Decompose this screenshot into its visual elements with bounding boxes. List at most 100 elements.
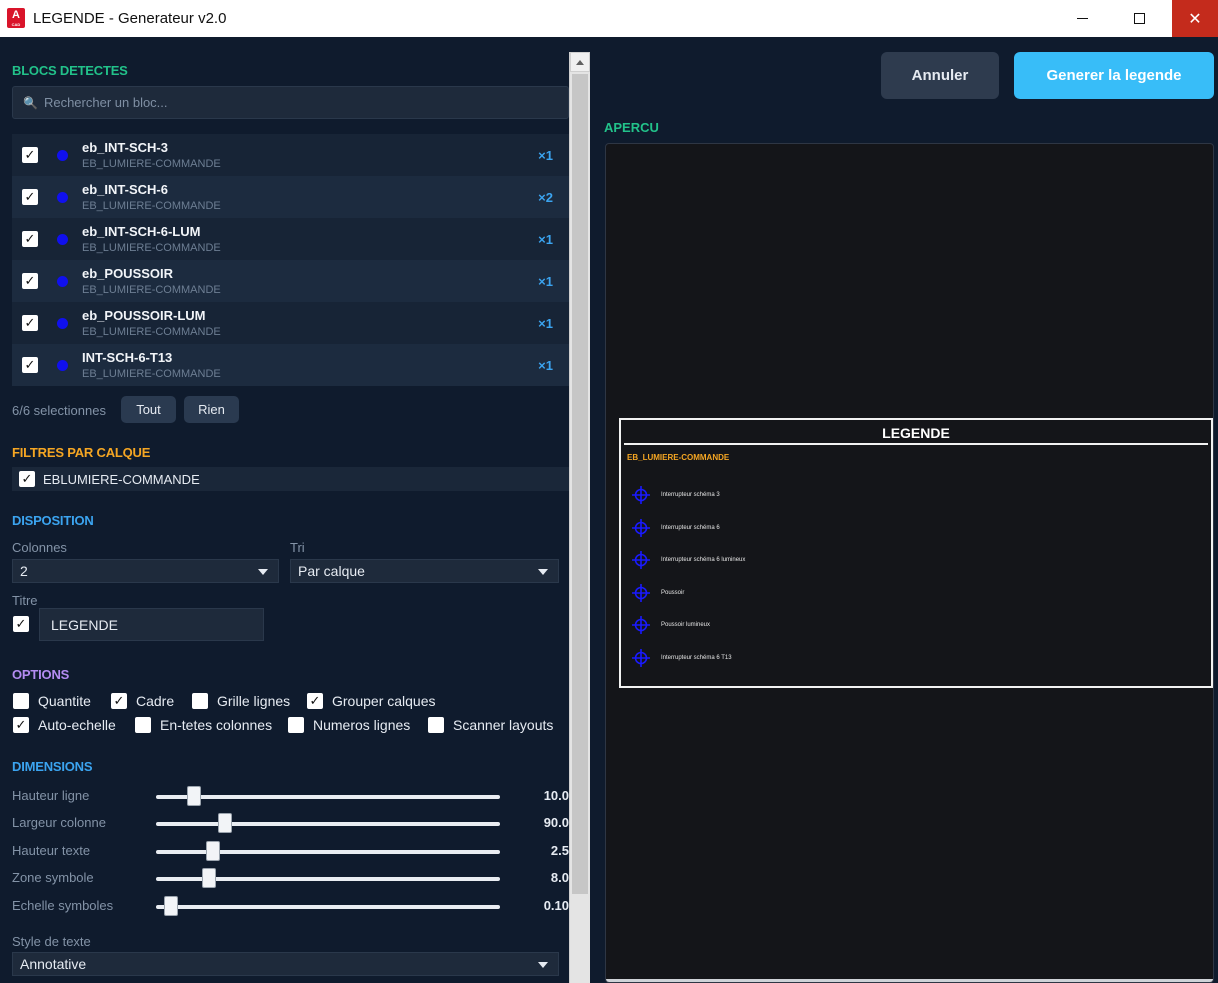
columns-select[interactable]: 2 (12, 559, 279, 583)
block-checkbox[interactable]: ✓ (22, 147, 38, 163)
block-color-dot (57, 150, 68, 161)
block-list-item[interactable]: ✓ eb_INT-SCH-6 EB_LUMIERE-COMMANDE ×2 (12, 176, 569, 218)
legend-item: Interrupteur schéma 6 (631, 518, 720, 537)
block-count: ×1 (538, 358, 553, 373)
selection-count: 6/6 selectionnes (12, 403, 106, 418)
sort-value: Par calque (298, 563, 365, 579)
settings-scrollbar[interactable] (569, 52, 590, 983)
scroll-up-button[interactable] (570, 52, 590, 72)
block-checkbox[interactable]: ✓ (22, 357, 38, 373)
preview-canvas: LEGENDE EB_LUMIERE-COMMANDE Interrupteur… (605, 143, 1214, 983)
block-layer: EB_LUMIERE-COMMANDE (82, 200, 221, 212)
option-checkbox[interactable]: ✓ (288, 717, 304, 733)
legend-item-label: Interrupteur schéma 3 (661, 492, 720, 498)
search-icon: 🔍 (23, 95, 38, 110)
legend-item-label: Interrupteur schéma 6 T13 (661, 655, 732, 661)
sort-label: Tri (290, 540, 305, 555)
minimize-button[interactable] (1059, 0, 1105, 37)
layer-filter-item[interactable]: ✓ EBLUMIERE-COMMANDE (12, 467, 569, 491)
option-grouper-calques[interactable]: ✓ Grouper calques (307, 693, 436, 709)
close-button[interactable]: ✕ (1172, 0, 1218, 37)
option-grille-lignes[interactable]: ✓ Grille lignes (192, 693, 290, 709)
option-quantite[interactable]: ✓ Quantite (13, 693, 91, 709)
block-checkbox[interactable]: ✓ (22, 273, 38, 289)
layer-filter-checkbox[interactable]: ✓ (19, 471, 35, 487)
legend-item-label: Poussoir (661, 589, 685, 596)
option-label: Auto-echelle (38, 717, 116, 733)
block-name: eb_POUSSOIR-LUM (82, 308, 206, 323)
preview-title: APERCU (604, 120, 659, 135)
block-layer: EB_LUMIERE-COMMANDE (82, 242, 221, 254)
legend-item-label: Poussoir lumineux (661, 622, 711, 629)
title-input[interactable]: LEGENDE (39, 608, 264, 641)
block-count: ×1 (538, 148, 553, 163)
block-layer: EB_LUMIERE-COMMANDE (82, 158, 221, 170)
block-checkbox[interactable]: ✓ (22, 231, 38, 247)
search-input[interactable]: 🔍 Rechercher un bloc... (12, 86, 569, 119)
block-color-dot (57, 234, 68, 245)
crosshair-symbol-icon (632, 518, 650, 537)
option-numeros-lignes[interactable]: ✓ Numeros lignes (288, 717, 410, 733)
legend-title: LEGENDE (882, 425, 950, 441)
option-checkbox[interactable]: ✓ (307, 693, 323, 709)
option-scanner-layouts[interactable]: ✓ Scanner layouts (428, 717, 553, 733)
legend-item: Poussoir lumineux (631, 616, 711, 635)
sort-select[interactable]: Par calque (290, 559, 559, 583)
slider-value: 10.0 (543, 788, 569, 803)
legend-item-label: Interrupteur schéma 6 lumineux (661, 557, 746, 564)
legend-layer-heading: EB_LUMIERE-COMMANDE (627, 453, 730, 462)
layer-filters-title: FILTRES PAR CALQUE (12, 445, 151, 460)
window-title: LEGENDE - Generateur v2.0 (33, 10, 227, 27)
maximize-icon (1133, 13, 1145, 24)
slider-value: 8.0 (550, 870, 569, 885)
layout-section-title: DISPOSITION (12, 513, 94, 528)
title-checkbox[interactable]: ✓ (13, 616, 29, 632)
block-count: ×2 (538, 190, 553, 205)
settings-panel: BLOCS DETECTES 🔍 Rechercher un bloc... ✓… (0, 37, 569, 983)
app-logo-icon: A CAD (7, 8, 25, 28)
option-checkbox[interactable]: ✓ (428, 717, 444, 733)
maximize-button[interactable] (1116, 0, 1162, 37)
option-label: Scanner layouts (453, 717, 554, 733)
crosshair-symbol-icon (632, 486, 650, 504)
columns-label: Colonnes (12, 540, 67, 555)
text-style-select[interactable]: Annotative (12, 952, 559, 976)
option-checkbox[interactable]: ✓ (192, 693, 208, 709)
legend-item: Interrupteur schéma 6 lumineux (631, 551, 746, 570)
option-checkbox[interactable]: ✓ (13, 693, 29, 709)
cancel-button[interactable]: Annuler (881, 52, 999, 99)
option-label: Grouper calques (332, 693, 436, 709)
legend-item-label: Interrupteur schéma 6 (661, 524, 720, 531)
generate-legend-button[interactable]: Generer la legende (1014, 52, 1214, 99)
block-list-item[interactable]: ✓ eb_POUSSOIR EB_LUMIERE-COMMANDE ×1 (12, 260, 569, 302)
legend-item: Interrupteur schéma 6 T13 (631, 649, 732, 667)
option-checkbox[interactable]: ✓ (111, 693, 127, 709)
block-name: INT-SCH-6-T13 (82, 350, 173, 365)
option-cadre[interactable]: ✓ Cadre (111, 693, 174, 709)
title-label: Titre (12, 593, 38, 608)
block-layer: EB_LUMIERE-COMMANDE (82, 368, 221, 380)
block-list-item[interactable]: ✓ eb_INT-SCH-3 EB_LUMIERE-COMMANDE ×1 (12, 134, 569, 176)
block-checkbox[interactable]: ✓ (22, 189, 38, 205)
dimensions-section-title: DIMENSIONS (12, 759, 93, 774)
option-auto-echelle[interactable]: ✓ Auto-echelle (13, 717, 116, 733)
select-none-button[interactable]: Rien (184, 396, 239, 423)
select-all-button[interactable]: Tout (121, 396, 176, 423)
close-icon: ✕ (1188, 10, 1202, 28)
text-style-value: Annotative (20, 956, 87, 972)
option-en-tetes-colonnes[interactable]: ✓ En-tetes colonnes (135, 717, 272, 733)
block-list-item[interactable]: ✓ eb_POUSSOIR-LUM EB_LUMIERE-COMMANDE ×1 (12, 302, 569, 344)
option-checkbox[interactable]: ✓ (135, 717, 151, 733)
preview-bottom-edge (606, 979, 1213, 982)
block-list: ✓ eb_INT-SCH-3 EB_LUMIERE-COMMANDE ×1 ✓ eb_IN… (12, 134, 569, 386)
block-list-item[interactable]: ✓ INT-SCH-6-T13 EB_LUMIERE-COMMANDE ×1 (12, 344, 569, 386)
minimize-icon (1076, 17, 1088, 20)
text-style-label: Style de texte (12, 934, 91, 949)
block-checkbox[interactable]: ✓ (22, 315, 38, 331)
block-list-item[interactable]: ✓ eb_INT-SCH-6-LUM EB_LUMIERE-COMMANDE ×1 (12, 218, 569, 260)
option-checkbox[interactable]: ✓ (13, 717, 29, 733)
scroll-thumb[interactable] (572, 74, 588, 894)
option-label: Quantite (38, 693, 91, 709)
crosshair-symbol-icon (632, 551, 650, 570)
title-bar: A CAD LEGENDE - Generateur v2.0 ✕ (0, 0, 1218, 37)
